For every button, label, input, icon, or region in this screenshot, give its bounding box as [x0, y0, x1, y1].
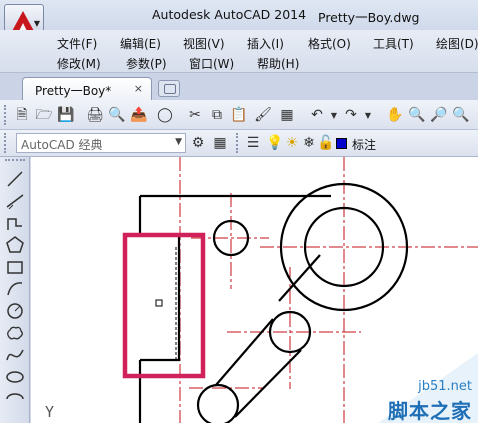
- construction-line-icon[interactable]: [5, 191, 25, 211]
- print-icon[interactable]: 🖨: [86, 106, 104, 124]
- circle-icon[interactable]: [5, 301, 25, 321]
- block-editor-icon[interactable]: ▦: [278, 106, 296, 124]
- workspace-dropdown[interactable]: AutoCAD 经典 ▼: [16, 133, 186, 153]
- menu-bar: 文件(F) 编辑(E) 视图(V) 插入(I) 格式(O) 工具(T) 绘图(D…: [0, 30, 478, 72]
- viewport-freeze-icon[interactable]: ❄: [300, 134, 318, 152]
- menu-help[interactable]: 帮助(H): [257, 55, 299, 72]
- watermark-text: 脚本之家: [388, 399, 472, 423]
- tab-pretty-boy[interactable]: Pretty一Boy* ×: [22, 77, 152, 101]
- workspace-layer-toolbar: AutoCAD 经典 ▼ ⚙ ▦ ☰ 💡 ☀ ❄ 🔓 标注: [0, 130, 478, 157]
- toolbar-grip[interactable]: [4, 133, 8, 153]
- publish-icon[interactable]: 📤: [130, 106, 148, 124]
- layer-properties-icon[interactable]: ☰: [244, 134, 262, 152]
- workspace-settings-icon[interactable]: ⚙: [189, 134, 207, 152]
- tab-label: Pretty一Boy*: [35, 84, 112, 98]
- print-preview-icon[interactable]: 🔍: [108, 106, 126, 124]
- chevron-down-icon: ▼: [175, 137, 182, 147]
- match-properties-icon[interactable]: 🖌: [254, 106, 272, 124]
- document-title: Pretty一Boy.dwg: [318, 10, 420, 25]
- title-bar: Autodesk AutoCAD 2014 Pretty一Boy.dwg: [0, 0, 478, 30]
- ucs-y-label: Y: [45, 403, 55, 421]
- menu-tools[interactable]: 工具(T): [373, 35, 414, 52]
- menu-parameters[interactable]: 参数(P): [126, 55, 167, 72]
- drawing-geometry: [122, 157, 478, 423]
- highlight-rectangle: [122, 232, 206, 379]
- redo-icon[interactable]: ↷: [342, 106, 360, 124]
- unlock-icon[interactable]: 🔓: [317, 134, 335, 152]
- open-file-icon[interactable]: 🗁: [35, 106, 53, 124]
- ellipse-icon[interactable]: [5, 367, 25, 387]
- standard-toolbar: 🗎 🗁 💾 🖨 🔍 📤 ◯ ✂ ⧉ 📋 🖌 ▦ ↶ ▼ ↷ ▼ ✋ 🔍 🔎 🔍: [0, 100, 478, 130]
- lower-hole: [196, 383, 240, 423]
- sun-icon[interactable]: ☀: [283, 134, 301, 152]
- line-icon[interactable]: [5, 169, 25, 189]
- layer-color-swatch: [336, 138, 347, 149]
- draw-toolbar: [0, 157, 30, 423]
- menu-modify[interactable]: 修改(M): [57, 55, 101, 72]
- polygon-icon[interactable]: [5, 235, 25, 255]
- zoom-realtime-icon[interactable]: 🔍: [408, 106, 426, 124]
- watermark-url: jb51.net: [418, 379, 472, 394]
- chevron-down-icon[interactable]: ▼: [325, 107, 343, 125]
- app-title: Autodesk AutoCAD 2014: [152, 7, 307, 22]
- lightbulb-icon[interactable]: 💡: [266, 134, 284, 152]
- close-icon[interactable]: ×: [134, 82, 143, 95]
- layer-name[interactable]: 标注: [352, 136, 376, 153]
- customize-icon[interactable]: ▦: [211, 134, 229, 152]
- drawing-canvas[interactable]: Y jb51.net 脚本之家: [31, 157, 478, 423]
- polyline-icon[interactable]: [5, 213, 25, 233]
- menu-view[interactable]: 视图(V): [183, 35, 225, 52]
- menu-edit[interactable]: 编辑(E): [120, 35, 161, 52]
- undo-icon[interactable]: ↶: [308, 106, 326, 124]
- link-line: [234, 349, 302, 418]
- rectangle-icon[interactable]: [5, 257, 25, 277]
- chevron-down-icon: ▼: [33, 19, 40, 28]
- new-tab-button[interactable]: [158, 80, 180, 97]
- toolbar-grip[interactable]: [4, 105, 8, 125]
- slot-outline: [140, 233, 181, 362]
- ellipse-arc-icon[interactable]: [5, 389, 25, 409]
- menu-format[interactable]: 格式(O): [308, 35, 351, 52]
- chevron-down-icon[interactable]: ▼: [359, 107, 377, 125]
- save-icon[interactable]: 💾: [57, 106, 75, 124]
- menu-draw[interactable]: 绘图(D): [436, 35, 478, 52]
- copy-icon[interactable]: ⧉: [208, 106, 226, 124]
- grip-point: [155, 299, 163, 307]
- zoom-window-icon[interactable]: 🔎: [430, 106, 448, 124]
- arc-icon[interactable]: [5, 279, 25, 299]
- toolbar-grip[interactable]: [236, 133, 240, 153]
- document-tab-bar: Pretty一Boy* ×: [0, 72, 478, 101]
- link-line: [278, 254, 321, 302]
- pan-icon[interactable]: ✋: [386, 106, 404, 124]
- 3d-dwf-icon[interactable]: ◯: [156, 106, 174, 124]
- new-file-icon[interactable]: 🗎: [13, 106, 31, 124]
- spline-icon[interactable]: [5, 345, 25, 365]
- zoom-previous-icon[interactable]: 🔍: [452, 106, 470, 124]
- menu-insert[interactable]: 插入(I): [247, 35, 284, 52]
- menu-window[interactable]: 窗口(W): [189, 55, 234, 72]
- cut-icon[interactable]: ✂: [186, 106, 204, 124]
- workspace-value: AutoCAD 经典: [21, 138, 103, 152]
- link-line: [215, 318, 274, 386]
- revision-cloud-icon[interactable]: [5, 323, 25, 343]
- menu-file[interactable]: 文件(F): [57, 35, 97, 52]
- paste-icon[interactable]: 📋: [230, 106, 248, 124]
